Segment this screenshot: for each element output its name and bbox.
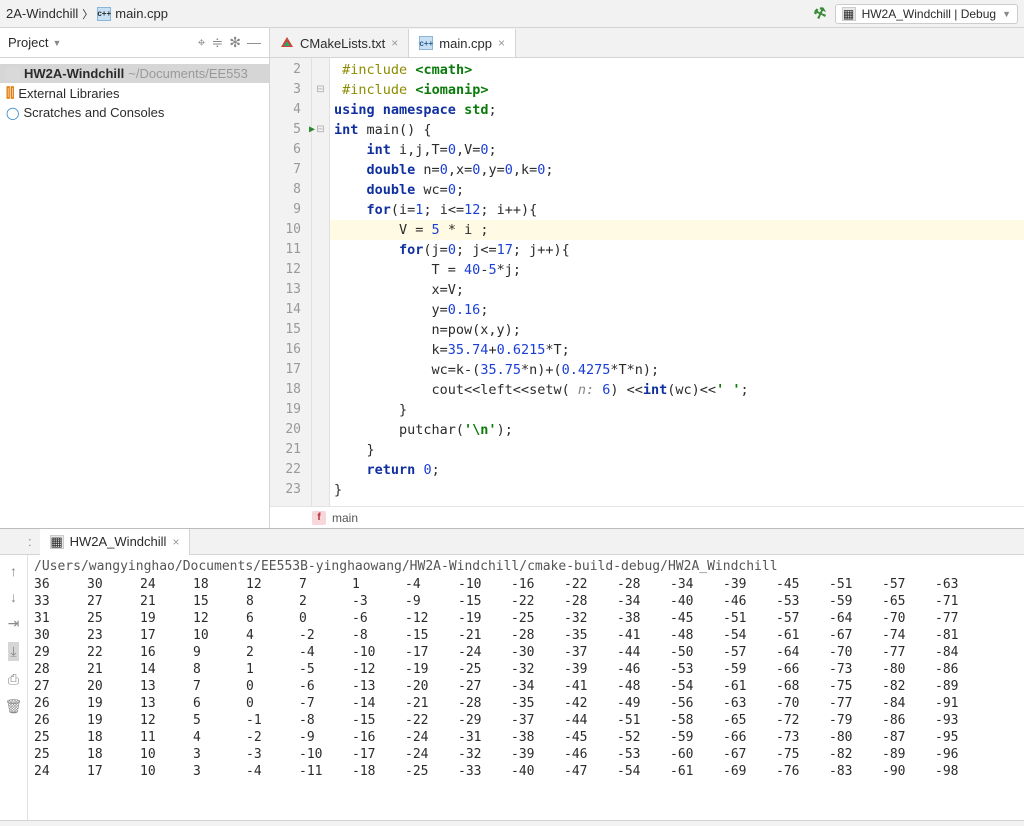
cpp-file-icon: c++ — [97, 7, 111, 21]
line-number-gutter[interactable]: 2345▶67891011121314151617181920212223 — [270, 58, 312, 506]
sidebar-title[interactable]: Project ▼ — [8, 35, 61, 50]
run-config-label: HW2A_Windchill | Debug — [862, 7, 997, 21]
editor-tabs: CMakeLists.txt × c++ main.cpp × — [270, 28, 1024, 58]
tree-item-scratches[interactable]: ◯ Scratches and Consoles — [0, 103, 269, 122]
close-icon[interactable]: × — [391, 36, 398, 50]
cmake-icon — [280, 36, 294, 50]
editor-breadcrumb-label[interactable]: main — [332, 511, 358, 525]
tab-main-cpp[interactable]: c++ main.cpp × — [409, 29, 516, 57]
scroll-to-end-icon[interactable]: ⤓ — [8, 642, 18, 661]
chevron-right-icon: 〉 — [82, 6, 93, 22]
editor-breadcrumb: f main — [270, 506, 1024, 528]
gear-icon[interactable]: ✻ — [229, 34, 241, 51]
run-panel: : ▦ HW2A_Windchill × ↑ ↓ ⇥ ⤓ ⎙ 🗑 /Users/… — [0, 528, 1024, 820]
trash-icon[interactable]: 🗑 — [5, 698, 23, 715]
code-editor[interactable]: #include <cmath> #include <iomanip>using… — [330, 58, 1024, 506]
up-icon[interactable]: ↑ — [10, 563, 17, 579]
folder-icon — [6, 67, 20, 81]
run-toolbar: ↑ ↓ ⇥ ⤓ ⎙ 🗑 — [0, 555, 28, 820]
collapse-icon[interactable]: ≑ — [212, 34, 224, 51]
run-panel-colon: : — [28, 534, 32, 549]
editor-pane: CMakeLists.txt × c++ main.cpp × 2345▶678… — [270, 28, 1024, 528]
tree-item-label: HW2A-Windchill — [24, 66, 124, 81]
tree-item-project[interactable]: HW2A-Windchill ~/Documents/EE553 — [0, 64, 269, 83]
tree-item-label: Scratches and Consoles — [23, 105, 164, 120]
chevron-down-icon: ▼ — [1002, 9, 1011, 19]
function-icon: f — [312, 511, 326, 525]
close-icon[interactable]: × — [172, 535, 179, 549]
tab-label: CMakeLists.txt — [300, 36, 385, 51]
console-exec-path: /Users/wangyinghao/Documents/EE553B-ying… — [34, 559, 1024, 574]
tab-cmakelists[interactable]: CMakeLists.txt × — [270, 29, 409, 57]
console-table: 363024181271-4-10-16-22-28-34-39-45-51-5… — [34, 576, 988, 780]
tree-item-path: ~/Documents/EE553 — [128, 66, 248, 81]
console-output[interactable]: /Users/wangyinghao/Documents/EE553B-ying… — [28, 555, 1024, 820]
code-area: 2345▶67891011121314151617181920212223 ⊟⊟… — [270, 58, 1024, 506]
sidebar-toolbar: ⌖ ≑ ✻ — — [198, 34, 261, 51]
run-panel-body: ↑ ↓ ⇥ ⤓ ⎙ 🗑 /Users/wangyinghao/Documents… — [0, 555, 1024, 820]
breadcrumb-item[interactable]: main.cpp — [115, 6, 168, 21]
locate-icon[interactable]: ⌖ — [198, 34, 206, 51]
top-navigation-bar: 2A-Windchill 〉 c++ main.cpp ⚒ ▦ HW2A_Win… — [0, 0, 1024, 28]
application-icon: ▦ — [50, 535, 64, 549]
main-split: Project ▼ ⌖ ≑ ✻ — HW2A-Windchill ~/Docum… — [0, 28, 1024, 528]
run-tab[interactable]: ▦ HW2A_Windchill × — [40, 529, 191, 555]
toolbar-right: ⚒ ▦ HW2A_Windchill | Debug ▼ — [814, 4, 1018, 24]
run-panel-tabs: : ▦ HW2A_Windchill × — [0, 529, 1024, 555]
chevron-down-icon: ▼ — [52, 38, 61, 48]
status-bar — [0, 820, 1024, 826]
run-config-selector[interactable]: ▦ HW2A_Windchill | Debug ▼ — [835, 4, 1018, 24]
hide-icon[interactable]: — — [247, 34, 261, 51]
project-tree[interactable]: HW2A-Windchill ~/Documents/EE553 ⫿⫿ Exte… — [0, 58, 269, 128]
breadcrumb-item[interactable]: 2A-Windchill — [6, 6, 78, 21]
build-icon[interactable]: ⚒ — [811, 3, 829, 23]
scratches-icon: ◯ — [6, 106, 19, 120]
breadcrumb: 2A-Windchill 〉 c++ main.cpp — [6, 6, 168, 22]
project-sidebar: Project ▼ ⌖ ≑ ✻ — HW2A-Windchill ~/Docum… — [0, 28, 270, 528]
close-icon[interactable]: × — [498, 36, 505, 50]
application-icon: ▦ — [842, 7, 856, 21]
library-icon: ⫿⫿ — [6, 85, 14, 101]
soft-wrap-icon[interactable]: ⇥ — [8, 615, 20, 632]
tree-item-external-libs[interactable]: ⫿⫿ External Libraries — [0, 83, 269, 103]
tree-item-label: External Libraries — [18, 86, 119, 101]
run-tab-label: HW2A_Windchill — [70, 534, 167, 549]
print-icon[interactable]: ⎙ — [8, 671, 19, 688]
tab-label: main.cpp — [439, 36, 492, 51]
down-icon[interactable]: ↓ — [10, 589, 17, 605]
sidebar-title-label: Project — [8, 35, 48, 50]
sidebar-header: Project ▼ ⌖ ≑ ✻ — — [0, 28, 269, 58]
cpp-file-icon: c++ — [419, 36, 433, 50]
